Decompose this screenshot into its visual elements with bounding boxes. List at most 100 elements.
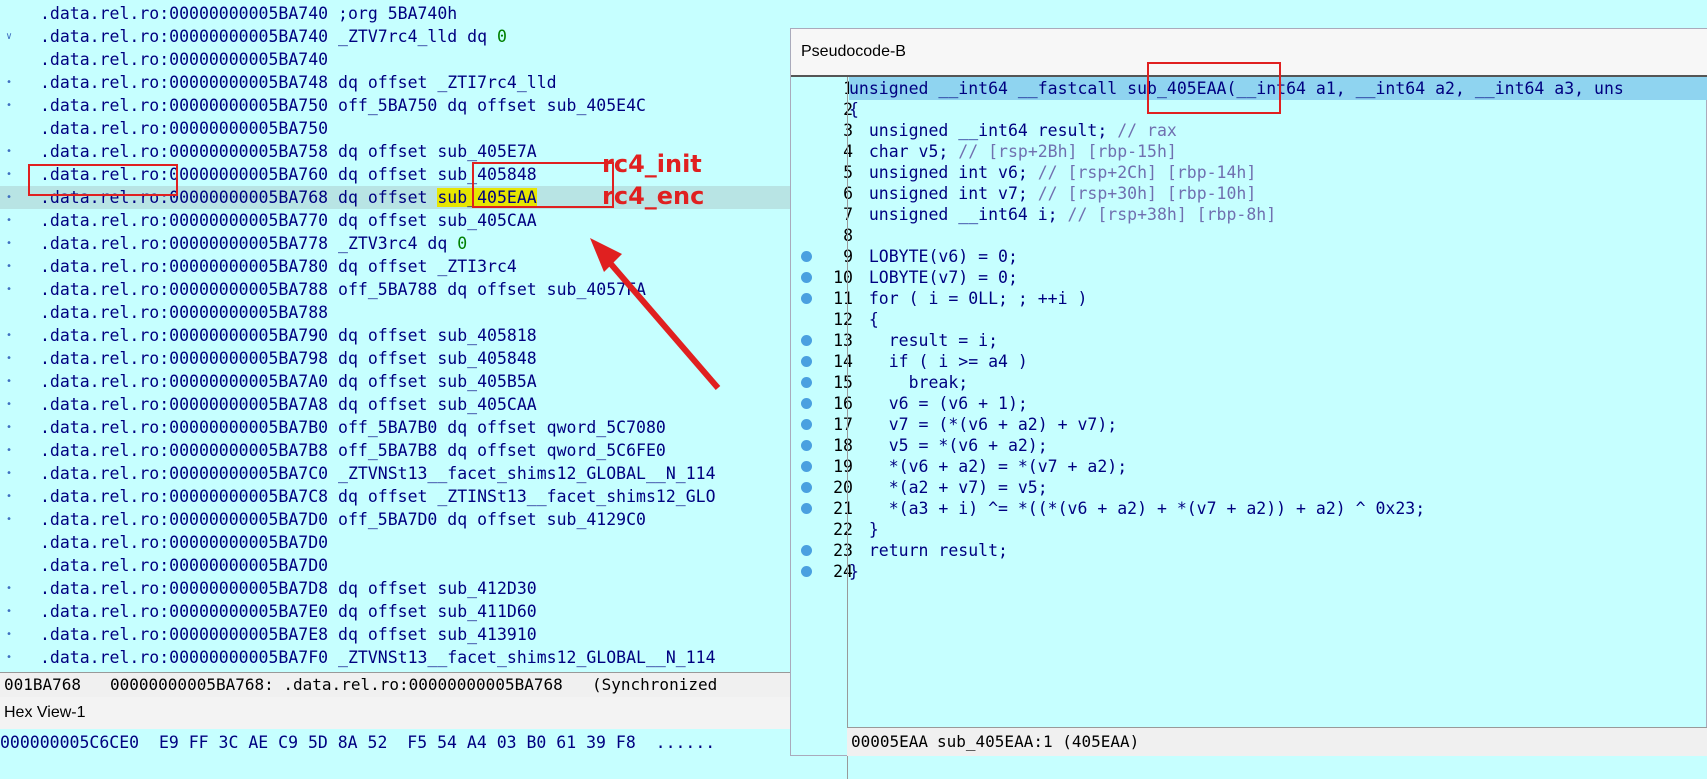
breakpoint-dot-icon[interactable] bbox=[801, 251, 812, 262]
disasm-line[interactable]: • .data.rel.ro:00000000005BA7B0 off_5BA7B… bbox=[0, 416, 790, 439]
pseudocode-line[interactable]: 10 LOBYTE(v7) = 0; bbox=[791, 266, 1707, 289]
hex-view-title[interactable]: Hex View-1 bbox=[0, 697, 790, 729]
code-text[interactable]: unsigned __int64 result; bbox=[849, 121, 1117, 140]
disasm-line[interactable]: • .data.rel.ro:00000000005BA7B8 off_5BA7B… bbox=[0, 439, 790, 462]
disasm-operand[interactable]: dq offset bbox=[328, 188, 437, 207]
disasm-address[interactable]: .data.rel.ro:00000000005BA740 bbox=[40, 4, 328, 23]
code-text[interactable]: unsigned int v6; bbox=[849, 163, 1038, 182]
disasm-operand[interactable]: off_5BA7B8 dq offset qword_5C6FE0 bbox=[328, 441, 666, 460]
disasm-address[interactable]: .data.rel.ro:00000000005BA7D0 bbox=[40, 556, 328, 575]
pseudocode-line[interactable]: 23 return result; bbox=[791, 539, 1707, 562]
pseudocode-line[interactable]: 20 *(a2 + v7) = v5; bbox=[791, 476, 1707, 499]
pseudocode-line[interactable]: 16 v6 = (v6 + 1); bbox=[791, 392, 1707, 415]
disasm-address[interactable]: .data.rel.ro:00000000005BA788 bbox=[40, 303, 328, 322]
disasm-line[interactable]: .data.rel.ro:00000000005BA740 ;org 5BA74… bbox=[0, 2, 790, 25]
pseudocode-line[interactable]: 9 LOBYTE(v6) = 0; bbox=[791, 245, 1707, 268]
code-text[interactable]: { bbox=[849, 100, 859, 119]
disasm-address[interactable]: .data.rel.ro:00000000005BA750 bbox=[40, 119, 328, 138]
disasm-line[interactable]: • .data.rel.ro:00000000005BA7E8 dq offset… bbox=[0, 623, 790, 646]
breakpoint-dot-icon[interactable] bbox=[801, 398, 812, 409]
disasm-address[interactable]: .data.rel.ro:00000000005BA750 bbox=[40, 96, 328, 115]
code-text[interactable]: } bbox=[849, 562, 859, 581]
code-text[interactable]: return result; bbox=[849, 541, 1008, 560]
disasm-line[interactable]: • .data.rel.ro:00000000005BA7D0 off_5BA7D… bbox=[0, 508, 790, 531]
disasm-address[interactable]: .data.rel.ro:00000000005BA7E8 bbox=[40, 625, 328, 644]
code-text[interactable]: result = i; bbox=[849, 331, 998, 350]
disasm-address[interactable]: .data.rel.ro:00000000005BA758 bbox=[40, 142, 328, 161]
disasm-operand[interactable]: off_5BA7B0 dq offset qword_5C7080 bbox=[328, 418, 666, 437]
breakpoint-dot-icon[interactable] bbox=[801, 335, 812, 346]
code-text[interactable]: if ( i >= a4 ) bbox=[849, 352, 1028, 371]
disasm-operand[interactable]: dq offset sub_405E7A bbox=[328, 142, 537, 161]
disasm-operand[interactable]: off_5BA788 dq offset sub_4057FA bbox=[328, 280, 646, 299]
disasm-operand[interactable]: ;org 5BA740h bbox=[328, 4, 457, 23]
pseudocode-line[interactable]: 24} bbox=[791, 560, 1707, 583]
pseudocode-line[interactable]: 7 unsigned __int64 i; // [rsp+38h] [rbp-… bbox=[791, 203, 1707, 226]
breakpoint-dot-icon[interactable] bbox=[801, 545, 812, 556]
disasm-line[interactable]: ∨ .data.rel.ro:00000000005BA740 _ZTV7rc4_… bbox=[0, 25, 790, 48]
code-text[interactable]: unsigned __int64 i; bbox=[849, 205, 1068, 224]
code-text[interactable]: unsigned int v7; bbox=[849, 184, 1038, 203]
breakpoint-dot-icon[interactable] bbox=[801, 356, 812, 367]
disasm-line[interactable]: • .data.rel.ro:00000000005BA7C0 _ZTVNSt13… bbox=[0, 462, 790, 485]
code-text[interactable]: break; bbox=[849, 373, 969, 392]
disasm-address[interactable]: .data.rel.ro:00000000005BA798 bbox=[40, 349, 328, 368]
disasm-address[interactable]: .data.rel.ro:00000000005BA7A8 bbox=[40, 395, 328, 414]
disasm-line[interactable]: • .data.rel.ro:00000000005BA778 _ZTV3rc4 … bbox=[0, 232, 790, 255]
disasm-address[interactable]: .data.rel.ro:00000000005BA7B8 bbox=[40, 441, 328, 460]
breakpoint-dot-icon[interactable] bbox=[801, 482, 812, 493]
pseudocode-line[interactable]: 21 *(a3 + i) ^= *((*(v6 + a2) + *(v7 + a… bbox=[791, 497, 1707, 520]
disasm-operand[interactable]: dq offset sub_412D30 bbox=[328, 579, 537, 598]
breakpoint-dot-icon[interactable] bbox=[801, 377, 812, 388]
disasm-address[interactable]: .data.rel.ro:00000000005BA7B0 bbox=[40, 418, 328, 437]
pseudocode-line[interactable]: 19 *(v6 + a2) = *(v7 + a2); bbox=[791, 455, 1707, 478]
pseudocode-line[interactable]: 11 for ( i = 0LL; ; ++i ) bbox=[791, 287, 1707, 310]
code-text[interactable]: } bbox=[849, 520, 879, 539]
pseudocode-line[interactable]: 14 if ( i >= a4 ) bbox=[791, 350, 1707, 373]
disasm-address[interactable]: .data.rel.ro:00000000005BA7D0 bbox=[40, 510, 328, 529]
disasm-address[interactable]: .data.rel.ro:00000000005BA7C0 bbox=[40, 464, 328, 483]
code-text[interactable]: char v5; bbox=[849, 142, 958, 161]
breakpoint-dot-icon[interactable] bbox=[801, 419, 812, 430]
disasm-line[interactable]: • .data.rel.ro:00000000005BA780 dq offset… bbox=[0, 255, 790, 278]
breakpoint-dot-icon[interactable] bbox=[801, 566, 812, 577]
pseudocode-window[interactable]: Pseudocode-B 1unsigned __int64 __fastcal… bbox=[790, 28, 1707, 779]
disasm-line[interactable]: .data.rel.ro:00000000005BA750 bbox=[0, 117, 790, 140]
disasm-operand[interactable]: dq offset _ZTI3rc4 bbox=[328, 257, 517, 276]
breakpoint-dot-icon[interactable] bbox=[801, 440, 812, 451]
disassembly-view[interactable]: .data.rel.ro:00000000005BA740 ;org 5BA74… bbox=[0, 0, 790, 672]
disasm-address[interactable]: .data.rel.ro:00000000005BA7D0 bbox=[40, 533, 328, 552]
disasm-address[interactable]: .data.rel.ro:00000000005BA740 bbox=[40, 50, 328, 69]
disasm-operand[interactable]: dq offset sub_405CAA bbox=[328, 211, 537, 230]
disasm-address[interactable]: .data.rel.ro:00000000005BA7D8 bbox=[40, 579, 328, 598]
disasm-operand[interactable]: dq offset sub_405848 bbox=[328, 349, 537, 368]
code-text[interactable]: for ( i = 0LL; ; ++i ) bbox=[849, 289, 1088, 308]
disasm-address[interactable]: .data.rel.ro:00000000005BA740 bbox=[40, 27, 328, 46]
code-text[interactable]: v6 = (v6 + 1); bbox=[849, 394, 1028, 413]
pseudocode-line[interactable]: 5 unsigned int v6; // [rsp+2Ch] [rbp-14h… bbox=[791, 161, 1707, 184]
disasm-address[interactable]: .data.rel.ro:00000000005BA7A0 bbox=[40, 372, 328, 391]
disasm-operand[interactable]: dq offset sub_405B5A bbox=[328, 372, 537, 391]
code-text[interactable]: LOBYTE(v6) = 0; bbox=[849, 247, 1018, 266]
disasm-line[interactable]: .data.rel.ro:00000000005BA7D0 bbox=[0, 554, 790, 577]
pseudocode-line[interactable]: 8 bbox=[791, 224, 1707, 247]
disasm-line[interactable]: • .data.rel.ro:00000000005BA750 off_5BA75… bbox=[0, 94, 790, 117]
disasm-line[interactable]: .data.rel.ro:00000000005BA740 bbox=[0, 48, 790, 71]
disasm-line[interactable]: • .data.rel.ro:00000000005BA798 dq offset… bbox=[0, 347, 790, 370]
pseudocode-line[interactable]: 13 result = i; bbox=[791, 329, 1707, 352]
pseudocode-line[interactable]: 6 unsigned int v7; // [rsp+30h] [rbp-10h… bbox=[791, 182, 1707, 205]
disasm-line[interactable]: • .data.rel.ro:00000000005BA7C8 dq offset… bbox=[0, 485, 790, 508]
disasm-operand[interactable]: dq offset sub_413910 bbox=[328, 625, 537, 644]
disasm-operand[interactable]: off_5BA7D0 dq offset sub_4129C0 bbox=[328, 510, 646, 529]
pseudocode-line[interactable]: 3 unsigned __int64 result; // rax bbox=[791, 119, 1707, 142]
pseudocode-line[interactable]: 4 char v5; // [rsp+2Bh] [rbp-15h] bbox=[791, 140, 1707, 163]
disasm-line[interactable]: • .data.rel.ro:00000000005BA7A8 dq offset… bbox=[0, 393, 790, 416]
disasm-line[interactable]: • .data.rel.ro:00000000005BA7F0 _ZTVNSt13… bbox=[0, 646, 790, 669]
pseudocode-line[interactable]: 18 v5 = *(v6 + a2); bbox=[791, 434, 1707, 457]
breakpoint-dot-icon[interactable] bbox=[801, 293, 812, 304]
disasm-operand[interactable]: dq offset _ZTI7rc4_lld bbox=[328, 73, 557, 92]
disasm-line[interactable]: • .data.rel.ro:00000000005BA7D8 dq offset… bbox=[0, 577, 790, 600]
pseudocode-line[interactable]: 12 { bbox=[791, 308, 1707, 331]
disasm-address[interactable]: .data.rel.ro:00000000005BA790 bbox=[40, 326, 328, 345]
code-text[interactable]: v7 = (*(v6 + a2) + v7); bbox=[849, 415, 1117, 434]
